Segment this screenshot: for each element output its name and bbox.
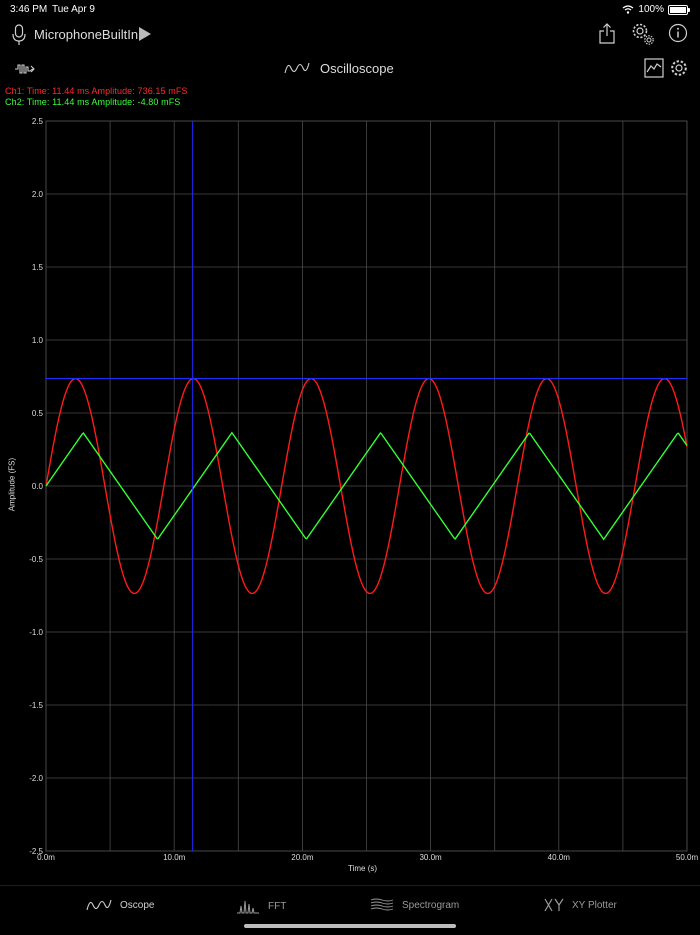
- input-source-label[interactable]: MicrophoneBuiltIn: [34, 27, 138, 42]
- waveform-generator-icon[interactable]: [14, 62, 36, 76]
- audio-settings-icon[interactable]: [631, 22, 655, 46]
- chart-display-icon[interactable]: [644, 58, 664, 78]
- wifi-icon: [623, 5, 634, 14]
- y-tick-label: 0.5: [32, 409, 44, 418]
- tab-xy-plotter[interactable]: XY Plotter: [544, 898, 617, 912]
- y-tick-label: -0.5: [29, 555, 43, 564]
- tab-label: XY Plotter: [572, 899, 617, 911]
- y-tick-label: -2.0: [29, 774, 43, 783]
- ch2-readout: Ch2: Time: 11.44 ms Amplitude: -4.80 mFS: [5, 97, 181, 107]
- status-date: Tue Apr 9: [52, 4, 95, 15]
- info-icon[interactable]: [668, 23, 688, 43]
- x-tick-label: 10.0m: [163, 853, 186, 862]
- x-axis-label: Time (s): [348, 864, 378, 873]
- spectrogram-icon: [370, 898, 394, 911]
- tab-label: FFT: [268, 900, 287, 912]
- oscilloscope-chart[interactable]: 2.52.01.51.00.50.0-0.5-1.0-1.5-2.0-2.50.…: [0, 110, 700, 870]
- x-tick-label: 20.0m: [291, 853, 314, 862]
- x-tick-label: 0.0m: [37, 853, 55, 862]
- gear-icon[interactable]: [670, 59, 688, 77]
- wave-icon: [86, 899, 112, 911]
- home-indicator: [244, 924, 456, 928]
- ch1-readout: Ch1: Time: 11.44 ms Amplitude: 736.15 mF…: [5, 86, 188, 96]
- tab-spectrogram[interactable]: Spectrogram: [370, 898, 459, 912]
- x-tick-label: 40.0m: [548, 853, 571, 862]
- x-tick-label: 30.0m: [419, 853, 442, 862]
- y-tick-label: 2.5: [32, 117, 44, 126]
- y-tick-label: 2.0: [32, 190, 44, 199]
- fft-icon: [237, 900, 259, 914]
- tab-oscope[interactable]: Oscope: [86, 898, 154, 912]
- wave-icon: [284, 62, 310, 74]
- page-title: Oscilloscope: [320, 61, 394, 76]
- xy-icon: [544, 898, 564, 912]
- y-tick-label: 1.5: [32, 263, 44, 272]
- y-tick-label: 1.0: [32, 336, 44, 345]
- tab-fft[interactable]: FFT: [236, 898, 286, 914]
- y-tick-label: -1.5: [29, 701, 43, 710]
- status-bar: 3:46 PM Tue Apr 9 100%: [0, 0, 700, 18]
- battery-icon: [668, 4, 690, 15]
- play-icon[interactable]: [139, 27, 151, 41]
- x-tick-label: 50.0m: [676, 853, 699, 862]
- battery-percent: 100%: [638, 4, 664, 15]
- status-right: 100%: [622, 4, 690, 15]
- y-axis-label: Amplitude (FS): [7, 457, 17, 512]
- tab-label: Oscope: [120, 899, 155, 911]
- share-icon[interactable]: [598, 23, 616, 45]
- y-tick-label: 0.0: [32, 482, 44, 491]
- tab-label: Spectrogram: [402, 899, 460, 911]
- status-time: 3:46 PM: [10, 4, 48, 15]
- microphone-icon[interactable]: [12, 24, 26, 46]
- y-tick-label: -1.0: [29, 628, 43, 637]
- top-toolbar: MicrophoneBuiltIn: [0, 18, 700, 52]
